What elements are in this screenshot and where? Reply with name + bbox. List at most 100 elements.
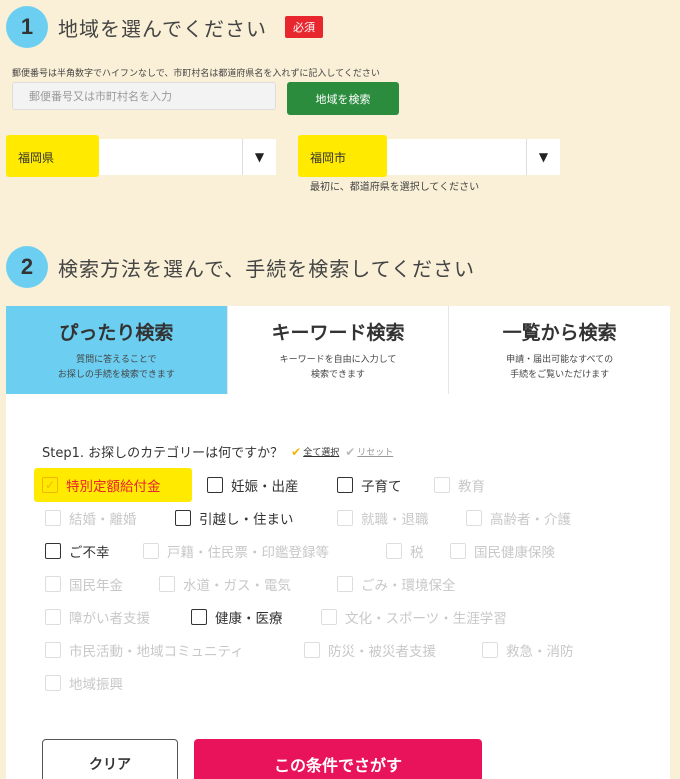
category-label: 水道・ガス・電気 <box>183 578 291 594</box>
section2-header: 2 検索方法を選んで、手続を検索してください <box>6 246 475 288</box>
tab-keyword-search[interactable]: キーワード検索 キーワードを自由に入力して 検索できます <box>228 306 450 394</box>
category-checkbox[interactable]: ごみ・環境保全 <box>337 574 456 594</box>
category-label: 防災・被災者支援 <box>328 644 436 660</box>
category-label: 国民健康保険 <box>474 545 555 561</box>
category-checkbox[interactable]: 市民活動・地域コミュニティ <box>45 640 244 660</box>
category-label: 子育て <box>361 479 402 495</box>
tab-description: 申請・届出可能なすべての 手続をご覧いただけます <box>506 353 613 383</box>
reset-link[interactable]: リセット <box>357 445 393 458</box>
category-label: 税 <box>410 545 424 561</box>
category-label: 特別定額給付金 <box>66 479 161 495</box>
required-badge: 必須 <box>285 16 323 38</box>
category-label: ご不幸 <box>69 545 110 561</box>
chevron-down-icon: ▼ <box>242 139 276 175</box>
checkbox-box <box>45 510 61 526</box>
checkbox-box <box>45 642 61 658</box>
check-icon: ✓ <box>42 477 58 493</box>
category-label: 教育 <box>458 479 485 495</box>
tab-desc-line: キーワードを自由に入力して <box>279 355 397 365</box>
checkbox-box <box>386 543 402 559</box>
category-label: 障がい者支援 <box>69 611 150 627</box>
category-label: 国民年金 <box>69 578 123 594</box>
tab-desc-line: お探しの手続を検索できます <box>57 370 175 380</box>
checkbox-box <box>45 576 61 592</box>
category-checkbox[interactable]: 国民年金 <box>45 574 123 594</box>
tab-desc-line: 質問に答えることで <box>76 355 157 365</box>
category-label: 結婚・離婚 <box>69 512 137 528</box>
checkbox-box <box>434 477 450 493</box>
checkbox-box <box>191 609 207 625</box>
category-label: 妊娠・出産 <box>231 479 299 495</box>
tab-desc-line: 手続をご覧いただけます <box>510 370 610 380</box>
city-hint: 最初に、都道府県を選択してください <box>310 182 480 193</box>
checkbox-box <box>175 510 191 526</box>
postal-input[interactable] <box>12 82 276 110</box>
category-checkbox[interactable]: 税 <box>386 541 424 561</box>
prefecture-select[interactable]: 福岡県 ▼ <box>6 135 276 177</box>
city-value: 福岡市 <box>310 150 347 165</box>
category-label: 引越し・住まい <box>199 512 294 528</box>
postal-hint: 郵便番号は半角数字でハイフンなしで、市町村名は都道府県名を入れずに記入してくださ… <box>12 69 380 79</box>
check-icon: ✔ <box>291 444 302 459</box>
category-label: 健康・医療 <box>215 611 283 627</box>
checkbox-box <box>45 543 61 559</box>
category-checkbox[interactable]: 文化・スポーツ・生涯学習 <box>321 607 507 627</box>
checkbox-box <box>337 576 353 592</box>
category-checkbox[interactable]: 国民健康保険 <box>450 541 555 561</box>
search-method-tabs: ぴったり検索 質問に答えることで お探しの手続を検索できます キーワード検索 キ… <box>6 306 670 401</box>
section1-header: 1 地域を選んでください 必須 <box>6 6 323 48</box>
city-select[interactable]: 福岡市 ▼ <box>298 135 560 177</box>
checkbox-box <box>337 477 353 493</box>
tab-list-search[interactable]: 一覧から検索 申請・届出可能なすべての 手続をご覧いただけます <box>449 306 670 394</box>
checkbox-box <box>304 642 320 658</box>
category-checkbox[interactable]: ✓ 特別定額給付金 <box>34 468 192 502</box>
tab-desc-line: 検索できます <box>311 370 366 380</box>
select-all-link[interactable]: 全て選択 <box>303 445 339 458</box>
category-checkbox[interactable]: 引越し・住まい <box>175 508 294 528</box>
tab-description: キーワードを自由に入力して 検索できます <box>280 353 397 383</box>
category-checkbox[interactable]: 高齢者・介護 <box>466 508 571 528</box>
chevron-down-icon: ▼ <box>526 139 560 175</box>
category-checkbox[interactable]: 戸籍・住民票・印鑑登録等 <box>143 541 329 561</box>
clear-button[interactable]: クリア <box>42 739 178 779</box>
category-checkbox[interactable]: 障がい者支援 <box>45 607 150 627</box>
step-number-1: 1 <box>6 6 48 48</box>
submit-search-button[interactable]: この条件でさがす <box>194 739 482 779</box>
checkbox-box <box>482 642 498 658</box>
checkbox-box <box>45 609 61 625</box>
checkbox-box <box>321 609 337 625</box>
category-label: 高齢者・介護 <box>490 512 571 528</box>
category-label: ごみ・環境保全 <box>361 578 456 594</box>
checkbox-box <box>466 510 482 526</box>
category-checkbox[interactable]: 妊娠・出産 <box>207 475 299 495</box>
check-icon: ✔ <box>345 444 356 459</box>
prefecture-value: 福岡県 <box>18 150 55 165</box>
tab-description: 質問に答えることで お探しの手続を検索できます <box>58 353 175 383</box>
category-label: 戸籍・住民票・印鑑登録等 <box>167 545 329 561</box>
category-checkbox[interactable]: 水道・ガス・電気 <box>159 574 291 594</box>
step1-question: Step1. お探しのカテゴリーは何ですか？ <box>42 446 284 461</box>
checkbox-box <box>45 675 61 691</box>
category-checkbox[interactable]: 結婚・離婚 <box>45 508 137 528</box>
category-checkbox[interactable]: 地域振興 <box>45 673 123 693</box>
section2-title: 検索方法を選んで、手続を検索してください <box>58 256 475 281</box>
tab-title: キーワード検索 <box>271 322 405 344</box>
category-checkbox[interactable]: ご不幸 <box>45 541 110 561</box>
category-label: 就職・退職 <box>361 512 429 528</box>
checkbox-box <box>207 477 223 493</box>
category-checkbox[interactable]: 防災・被災者支援 <box>304 640 436 660</box>
step-number-2: 2 <box>6 246 48 288</box>
tab-title: ぴったり検索 <box>59 322 174 344</box>
category-label: 地域振興 <box>69 677 123 693</box>
region-search-button[interactable]: 地域を検索 <box>287 82 399 115</box>
category-checkbox[interactable]: 教育 <box>434 475 485 495</box>
category-checkbox[interactable]: 就職・退職 <box>337 508 429 528</box>
exact-search-panel: Step1. お探しのカテゴリーは何ですか？ ✔ 全て選択 ✔ リセット ✓ 特… <box>6 394 670 779</box>
category-checkbox[interactable]: 子育て <box>337 475 402 495</box>
checkbox-box <box>450 543 466 559</box>
tab-exact-search[interactable]: ぴったり検索 質問に答えることで お探しの手続を検索できます <box>6 306 228 401</box>
category-checkbox[interactable]: 健康・医療 <box>191 607 283 627</box>
section1-title: 地域を選んでください <box>58 16 267 41</box>
category-label: 救急・消防 <box>506 644 574 660</box>
category-checkbox[interactable]: 救急・消防 <box>482 640 574 660</box>
